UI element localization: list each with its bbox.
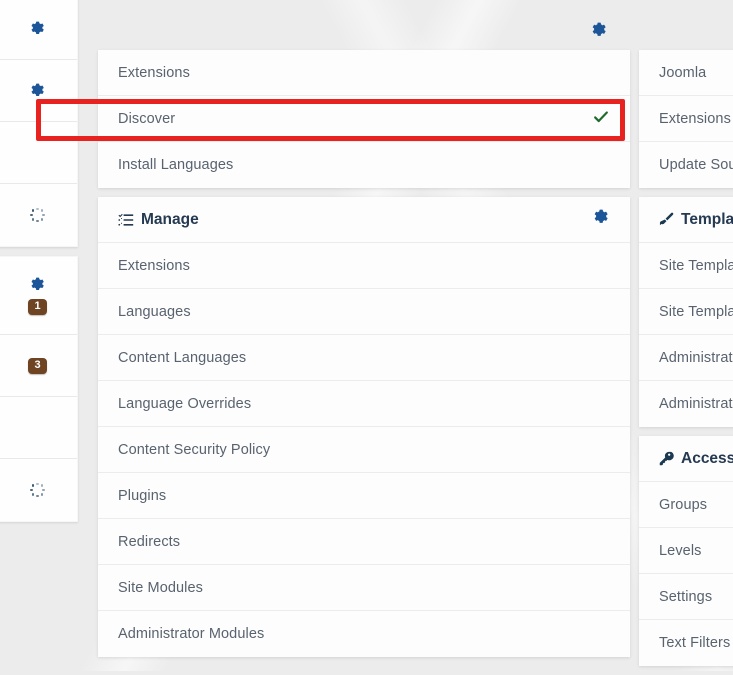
middle-menu-column: Extensions Discover Install Languages Manag…: [98, 0, 630, 666]
menu-item-label: Update Sources: [659, 157, 733, 173]
panel-header: Manage: [98, 197, 630, 243]
menu-item[interactable]: Extensions: [98, 243, 630, 289]
rail-row[interactable]: 1: [0, 257, 77, 335]
menu-item[interactable]: Text Filters: [639, 620, 733, 666]
menu-item[interactable]: Languages: [98, 289, 630, 335]
rail-row[interactable]: [0, 60, 77, 122]
menu-item[interactable]: Extensions: [639, 96, 733, 142]
menu-item-label: Extensions: [118, 257, 190, 274]
paint-brush-icon: [659, 212, 674, 227]
menu-item[interactable]: Administrator Modules: [98, 611, 630, 657]
menu-item[interactable]: Plugins: [98, 473, 630, 519]
rail-row[interactable]: 3: [0, 335, 77, 397]
menu-item[interactable]: Content Security Policy: [98, 427, 630, 473]
menu-item-label: Content Languages: [118, 349, 247, 366]
menu-item[interactable]: Settings: [639, 574, 733, 620]
menu-panel: Extensions Discover Install Languages: [98, 50, 630, 188]
menu-item-label: Plugins: [118, 487, 167, 504]
menu-item[interactable]: Install Languages: [98, 142, 630, 188]
left-rail-mount: 13: [0, 0, 78, 531]
menu-item-label: Language Overrides: [118, 395, 252, 412]
menu-item-label: Extensions: [118, 64, 190, 81]
menu-item-label: Discover: [118, 110, 176, 127]
menu-item[interactable]: Update Sources: [639, 142, 733, 188]
menu-item-label: Groups: [659, 496, 708, 513]
panel-header: Templates: [639, 197, 733, 243]
menu-item[interactable]: Site Modules: [98, 565, 630, 611]
menu-item-label: Administrator Templates: [659, 349, 733, 366]
menu-item[interactable]: Content Languages: [98, 335, 630, 381]
menu-item-label: Redirects: [118, 533, 181, 550]
menu-item-label: Install Languages: [118, 157, 234, 173]
menu-item-label: Administrator Modules: [118, 626, 265, 642]
key-icon: [659, 451, 674, 466]
menu-item[interactable]: Groups: [639, 482, 733, 528]
rail-row[interactable]: [0, 459, 77, 521]
rail-row[interactable]: [0, 184, 77, 246]
menu-item[interactable]: Discover: [98, 96, 630, 142]
gear-icon[interactable]: [29, 20, 46, 37]
panel-header-label: Templates: [681, 210, 733, 228]
spinner-icon: [30, 482, 46, 498]
menu-item-label: Site Templates: [659, 257, 733, 274]
right-menu-column: Joomla Extensions Update Sources Templates S…: [639, 0, 733, 675]
status-badge: 1: [28, 299, 47, 315]
menu-item[interactable]: Language Overrides: [98, 381, 630, 427]
menu-item-label: Settings: [659, 588, 713, 605]
rail-block: [0, 0, 78, 247]
gear-icon[interactable]: [29, 276, 46, 293]
menu-item-label: Levels: [659, 542, 702, 559]
check-icon: [592, 108, 610, 130]
rail-row[interactable]: [0, 397, 77, 459]
menu-panel: Access Groups Levels Settings Text Filters: [639, 436, 733, 666]
task-list-icon: [118, 213, 134, 227]
menu-panel: Manage Extensions Languages Content Languag…: [98, 197, 630, 657]
spinner-icon: [30, 207, 46, 223]
menu-item[interactable]: Redirects: [98, 519, 630, 565]
menu-item-label: Administrator Template Styles: [659, 396, 733, 412]
menu-item-label: Joomla: [659, 64, 707, 81]
menu-item-label: Content Security Policy: [118, 441, 271, 458]
menu-panel: Templates Site Templates Site Template Sty…: [639, 197, 733, 427]
menu-item[interactable]: Administrator Templates: [639, 335, 733, 381]
menu-item[interactable]: Extensions: [98, 50, 630, 96]
menu-item[interactable]: Administrator Template Styles: [639, 381, 733, 427]
menu-item-label: Site Modules: [118, 579, 204, 596]
menu-item[interactable]: Joomla: [639, 50, 733, 96]
menu-item-label: Extensions: [659, 110, 731, 127]
menu-panel: Joomla Extensions Update Sources: [639, 50, 733, 188]
rail-row[interactable]: [0, 122, 77, 184]
menu-item-label: Text Filters: [659, 635, 731, 651]
gear-icon[interactable]: [592, 208, 610, 231]
menu-item-label: Site Template Styles: [659, 303, 733, 320]
menu-item[interactable]: Levels: [639, 528, 733, 574]
menu-item-label: Languages: [118, 303, 191, 320]
status-badge: 3: [28, 357, 47, 374]
panel-header-label: Manage: [141, 210, 199, 228]
menu-item[interactable]: Site Templates: [639, 243, 733, 289]
panel-header-label: Access: [681, 449, 733, 467]
gear-icon[interactable]: [29, 82, 46, 99]
menu-item[interactable]: Site Template Styles: [639, 289, 733, 335]
rail-block: 13: [0, 256, 78, 522]
panel-header: Access: [639, 436, 733, 482]
rail-row[interactable]: [0, 0, 77, 60]
